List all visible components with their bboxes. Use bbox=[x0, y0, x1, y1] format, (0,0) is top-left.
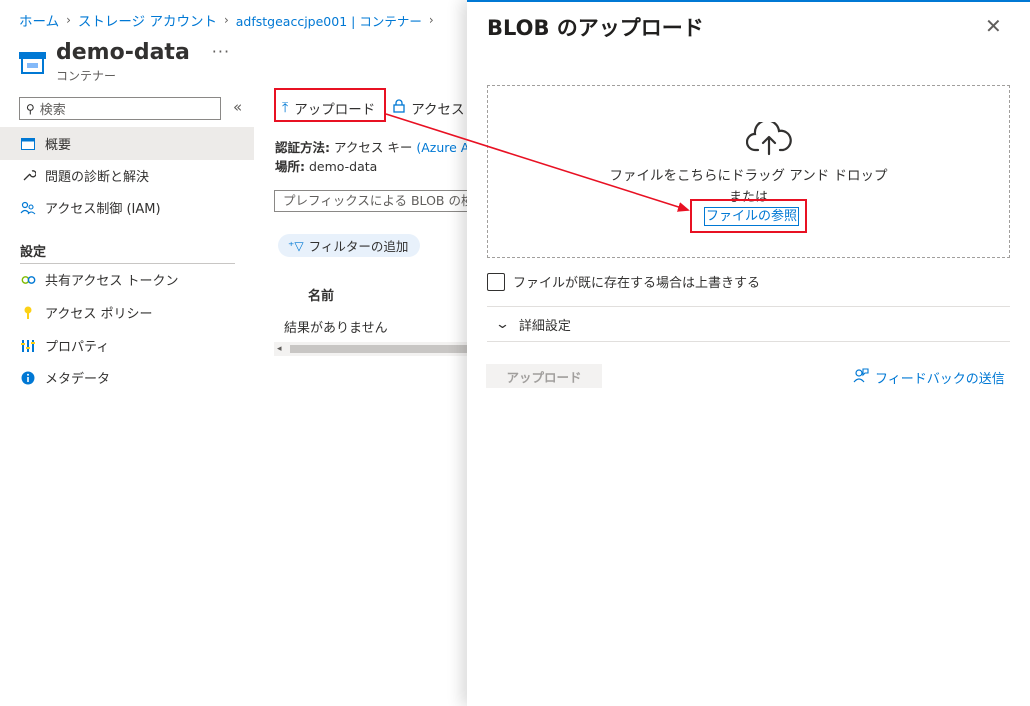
cloud-upload-icon bbox=[746, 122, 792, 156]
chevron-right-icon: › bbox=[428, 13, 434, 27]
empty-results-text: 結果がありません bbox=[284, 321, 388, 336]
sidebar-item-diagnose[interactable]: 問題の診断と解決 bbox=[0, 159, 254, 192]
sidebar-item-label: メタデータ bbox=[45, 372, 111, 387]
sidebar-item-iam[interactable]: アクセス制御 (IAM) bbox=[0, 191, 254, 224]
sidebar-item-label: プロパティ bbox=[45, 340, 110, 355]
breadcrumb-home[interactable]: ホーム bbox=[19, 10, 59, 30]
collapse-sidebar-icon[interactable]: « bbox=[233, 98, 242, 116]
divider bbox=[487, 306, 1010, 307]
overwrite-label: ファイルが既に存在する場合は上書きする bbox=[513, 276, 761, 291]
overview-icon bbox=[20, 136, 36, 152]
sidebar-item-access-policy[interactable]: アクセス ポリシー bbox=[0, 296, 254, 329]
upload-blob-panel: BLOB のアップロード ✕ ファイルをこちらにドラッグ アンド ドロップ また… bbox=[467, 0, 1030, 706]
link-icon bbox=[20, 272, 36, 288]
auth-method-value: アクセス キー bbox=[333, 140, 413, 155]
sidebar-item-label: 共有アクセス トークン bbox=[45, 274, 179, 289]
chevron-down-icon: ⌄ bbox=[494, 317, 511, 332]
add-filter-label: フィルターの追加 bbox=[308, 239, 409, 254]
auth-method-label: 認証方法: bbox=[275, 140, 330, 155]
people-icon bbox=[20, 200, 36, 216]
wrench-icon bbox=[20, 168, 36, 184]
sidebar-item-overview[interactable]: 概要 bbox=[0, 127, 254, 160]
advanced-settings-toggle[interactable]: ⌄ 詳細設定 bbox=[494, 315, 571, 334]
sidebar-item-metadata[interactable]: メタデータ bbox=[0, 361, 254, 394]
send-feedback-link[interactable]: フィードバックの送信 bbox=[853, 368, 1005, 387]
location: 場所: demo-data bbox=[275, 156, 377, 175]
sidebar-item-label: 問題の診断と解決 bbox=[45, 170, 150, 185]
feedback-icon bbox=[853, 368, 869, 387]
browse-highlight-box bbox=[690, 199, 807, 233]
properties-icon bbox=[20, 338, 36, 354]
key-icon bbox=[20, 305, 36, 321]
advanced-settings-label: 詳細設定 bbox=[518, 319, 571, 334]
send-feedback-label: フィードバックの送信 bbox=[875, 372, 1005, 387]
divider bbox=[487, 341, 1010, 342]
auth-method: 認証方法: アクセス キー (Azure AD bbox=[275, 137, 479, 156]
breadcrumb: ホーム › ストレージ アカウント › adfstgeaccjpe001 | コ… bbox=[19, 10, 441, 30]
sidebar-item-sas[interactable]: 共有アクセス トークン bbox=[0, 263, 254, 296]
info-icon bbox=[20, 370, 36, 386]
page-title: demo-data bbox=[56, 40, 190, 65]
access-level-label: アクセス bbox=[411, 102, 465, 118]
close-icon[interactable]: ✕ bbox=[985, 14, 1002, 38]
horizontal-scrollbar[interactable]: ◂ bbox=[274, 342, 474, 356]
breadcrumb-storage-accounts[interactable]: ストレージ アカウント bbox=[78, 10, 217, 30]
add-filter-button[interactable]: ⁺▽ フィルターの追加 bbox=[278, 234, 421, 257]
filter-icon: ⁺▽ bbox=[288, 238, 304, 253]
location-label: 場所: bbox=[275, 159, 305, 174]
sidebar-item-label: 概要 bbox=[45, 138, 72, 153]
overwrite-option[interactable]: ファイルが既に存在する場合は上書きする bbox=[487, 272, 760, 291]
more-options-button[interactable]: ··· bbox=[212, 42, 230, 61]
sidebar-item-label: アクセス制御 (IAM) bbox=[45, 202, 161, 217]
page-header: demo-data コンテナー ··· bbox=[19, 40, 230, 84]
overwrite-checkbox[interactable] bbox=[487, 272, 505, 291]
sidebar-section-settings: 設定 bbox=[20, 245, 47, 260]
sidebar-search-placeholder: 検索 bbox=[39, 103, 66, 118]
page-subtitle: コンテナー bbox=[56, 69, 117, 83]
chevron-right-icon: › bbox=[66, 13, 71, 27]
access-level-button[interactable]: アクセス bbox=[387, 95, 470, 121]
column-header-name[interactable]: 名前 bbox=[308, 285, 334, 304]
location-value: demo-data bbox=[308, 159, 378, 174]
sidebar-item-properties[interactable]: プロパティ bbox=[0, 329, 254, 362]
scroll-left-icon[interactable]: ◂ bbox=[277, 342, 282, 356]
upload-submit-button[interactable]: アップロード bbox=[486, 364, 602, 388]
chevron-right-icon: › bbox=[223, 13, 229, 27]
scrollbar-thumb[interactable] bbox=[290, 345, 474, 353]
lock-icon bbox=[393, 99, 405, 117]
sidebar-item-label: アクセス ポリシー bbox=[45, 307, 153, 322]
container-icon bbox=[19, 52, 46, 74]
search-icon: ⚲ bbox=[26, 101, 35, 116]
breadcrumb-storage-account[interactable]: adfstgeaccjpe001 | コンテナー bbox=[236, 11, 422, 30]
drop-instructions: ファイルをこちらにドラッグ アンド ドロップ bbox=[609, 168, 888, 184]
upload-highlight-box bbox=[274, 88, 386, 122]
sidebar-search-input[interactable]: ⚲ 検索 bbox=[19, 97, 221, 120]
panel-title: BLOB のアップロード bbox=[487, 16, 704, 40]
